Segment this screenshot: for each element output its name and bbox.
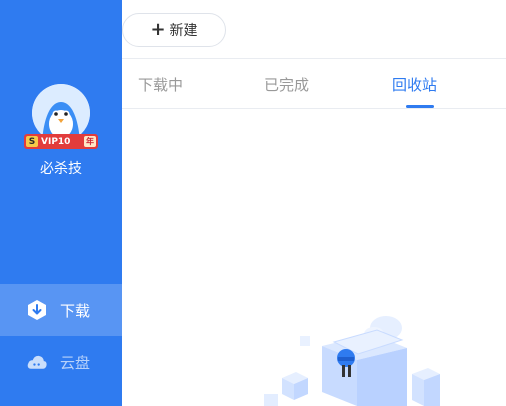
vip-badge: S VIP10 年 [24,134,98,149]
empty-recycle-bin-illustration [264,316,440,406]
vip-year-tag: 年 [84,136,96,147]
download-icon [26,299,48,321]
tab-downloading[interactable]: 下载中 [138,74,183,95]
sidebar: S VIP10 年 必杀技 下载 云盘 [0,0,122,406]
vip-level: VIP10 [41,136,71,147]
sidebar-item-label: 云盘 [60,353,91,372]
divider [122,58,506,59]
tab-completed[interactable]: 已完成 [264,74,309,95]
username[interactable]: 必杀技 [0,158,122,178]
sidebar-item-download[interactable]: 下载 [0,284,122,336]
divider [122,108,506,109]
cloud-icon [26,351,48,373]
tab-recycle-bin[interactable]: 回收站 [392,74,437,95]
new-button-label: 新建 [169,23,198,39]
new-task-button[interactable]: + 新建 [122,13,226,47]
main-panel: + 新建 下载中 已完成 回收站 [122,0,506,406]
sidebar-item-cloud[interactable]: 云盘 [0,336,122,388]
sidebar-item-label: 下载 [60,301,91,320]
tab-bar: 下载中 已完成 回收站 [122,62,506,108]
super-vip-icon: S [26,136,38,147]
plus-icon: + [150,19,166,40]
